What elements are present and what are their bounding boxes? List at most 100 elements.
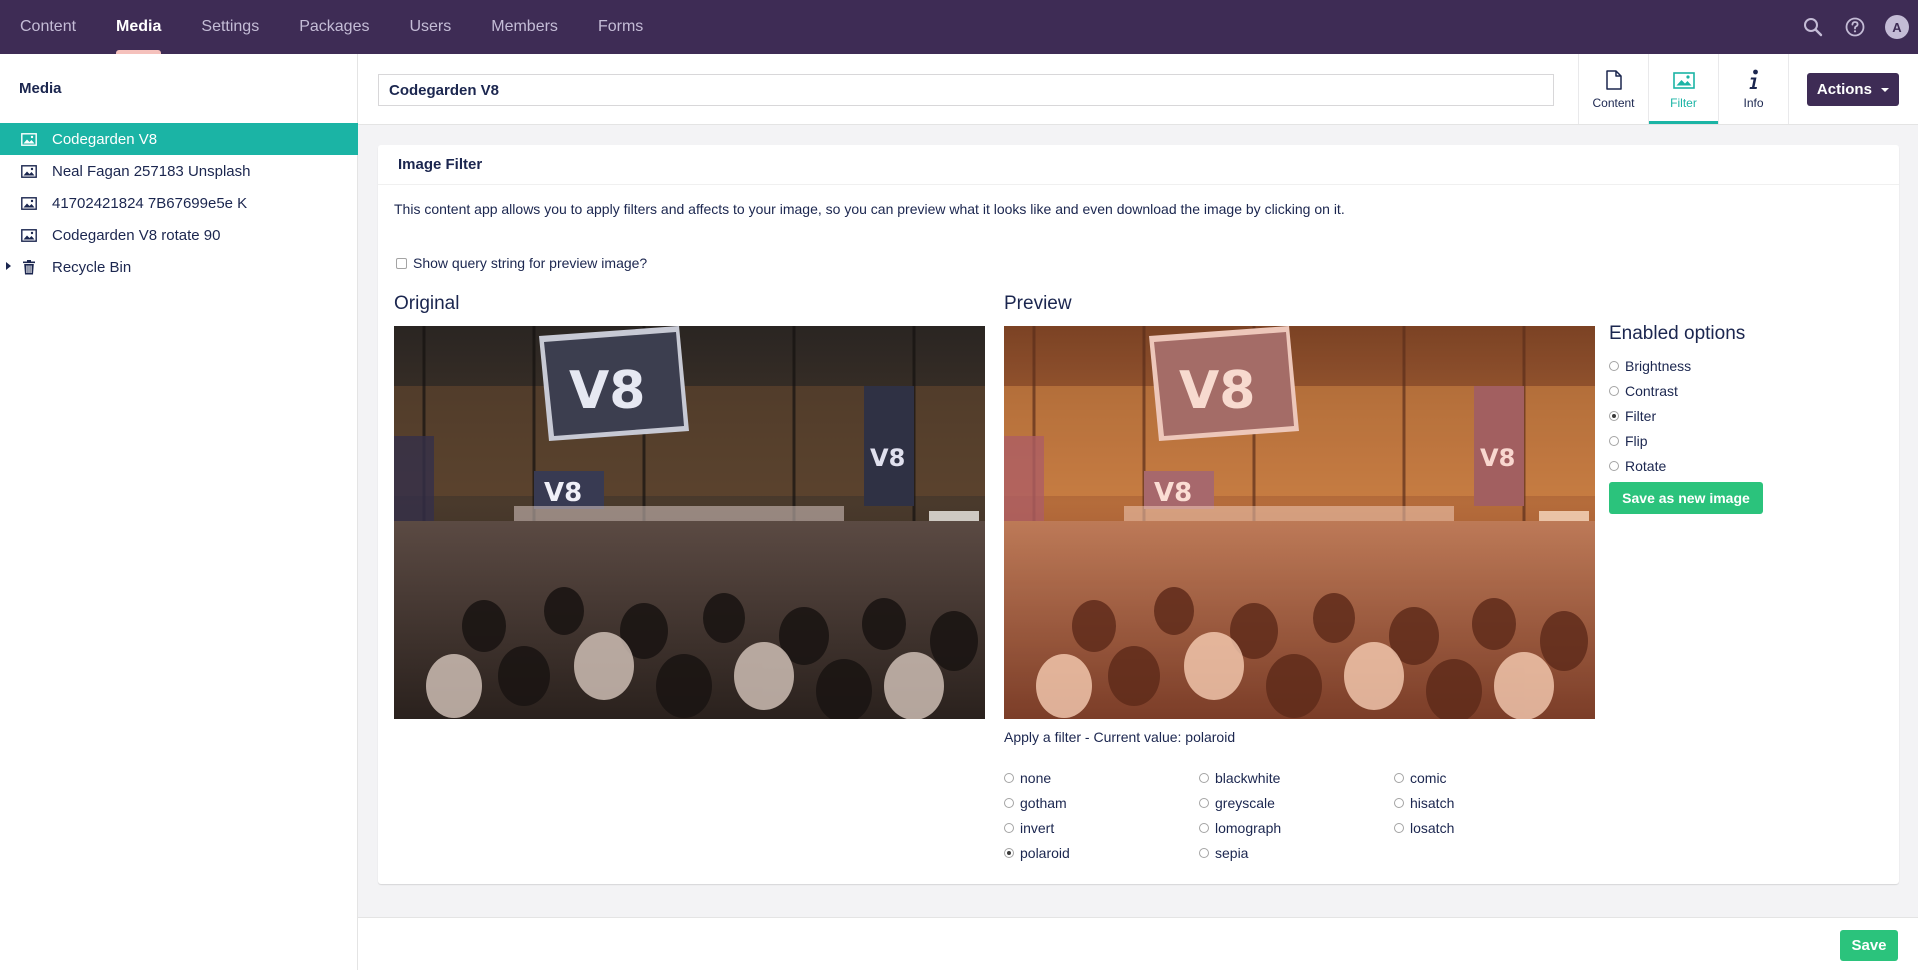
querystring-checkbox-row[interactable]: Show query string for preview image? [396, 255, 647, 271]
filter-option-label: none [1020, 769, 1052, 786]
editor-footer: Save [358, 917, 1918, 970]
help-icon[interactable] [1834, 0, 1876, 54]
panel-title: Image Filter [378, 145, 1899, 185]
filter-option-hisatch[interactable]: hisatch [1394, 793, 1484, 812]
tree-title[interactable]: Media [19, 80, 62, 97]
picture-icon [1672, 68, 1695, 92]
radio-button[interactable] [1609, 410, 1619, 421]
filter-option-label: polaroid [1020, 844, 1070, 861]
filter-option-greyscale[interactable]: greyscale [1199, 793, 1394, 812]
actions-label: Actions [1816, 81, 1872, 98]
tree-item-codegarden-v8[interactable]: Codegarden V8 [0, 123, 358, 155]
option-label: Flip [1625, 432, 1648, 449]
option-label: Filter [1625, 407, 1657, 424]
svg-text:V8: V8 [870, 444, 905, 472]
querystring-checkbox[interactable] [396, 257, 407, 269]
preview-image[interactable]: V8 V8 V8 [1004, 326, 1595, 719]
option-contrast[interactable]: Contrast [1609, 378, 1763, 403]
actions-dropdown-button[interactable]: Actions [1807, 73, 1899, 106]
radio-button[interactable] [1394, 772, 1404, 783]
filter-radio-group: none blackwhite comic gotham greyscale h… [1004, 768, 1484, 862]
radio-button[interactable] [1199, 772, 1209, 783]
tree-item-label: Codegarden V8 [52, 130, 158, 148]
preview-title: Preview [1004, 293, 1072, 314]
filter-option-label: hisatch [1410, 794, 1455, 811]
enabled-options-title: Enabled options [1609, 323, 1746, 344]
app-tab-filter[interactable]: Filter [1649, 54, 1719, 124]
radio-button[interactable] [1609, 360, 1619, 371]
radio-button[interactable] [1199, 847, 1209, 858]
filter-option-label: gotham [1020, 794, 1067, 811]
image-filter-panel: Image Filter This content app allows you… [378, 145, 1899, 884]
panel-description: This content app allows you to apply fil… [394, 201, 1345, 217]
apply-filter-label: Apply a filter - Current value: polaroid [1004, 729, 1236, 745]
app-tab-content[interactable]: Content [1579, 54, 1649, 124]
app-tab-label: Filter [1670, 96, 1697, 110]
radio-button[interactable] [1004, 797, 1014, 808]
top-navigation-bar: Content Media Settings Packages Users Me… [0, 0, 1918, 54]
nav-item-packages[interactable]: Packages [279, 0, 389, 54]
tree-item-neal-fagan[interactable]: Neal Fagan 257183 Unsplash [0, 155, 358, 187]
filter-option-label: comic [1410, 769, 1447, 786]
nav-item-members[interactable]: Members [471, 0, 578, 54]
option-filter[interactable]: Filter [1609, 403, 1763, 428]
app-tab-label: Content [1592, 96, 1635, 110]
media-name-input[interactable] [378, 74, 1554, 106]
search-icon[interactable] [1792, 0, 1834, 54]
querystring-label: Show query string for preview image? [413, 255, 648, 271]
section-nav: Content Media Settings Packages Users Me… [0, 0, 663, 54]
nav-item-forms[interactable]: Forms [578, 0, 663, 54]
filter-option-lomograph[interactable]: lomograph [1199, 818, 1394, 837]
save-button[interactable]: Save [1840, 930, 1898, 961]
radio-button[interactable] [1004, 847, 1014, 858]
option-rotate[interactable]: Rotate [1609, 453, 1763, 478]
radio-button[interactable] [1199, 797, 1209, 808]
info-icon [1748, 68, 1760, 92]
radio-button[interactable] [1609, 385, 1619, 396]
filter-option-polaroid[interactable]: polaroid [1004, 843, 1199, 862]
original-title: Original [394, 293, 460, 314]
option-label: Rotate [1625, 457, 1667, 474]
option-label: Brightness [1625, 357, 1692, 374]
radio-button[interactable] [1609, 460, 1619, 471]
tree-item-label: Recycle Bin [52, 258, 132, 276]
radio-button[interactable] [1004, 772, 1014, 783]
filter-option-label: sepia [1215, 844, 1249, 861]
filter-option-sepia[interactable]: sepia [1199, 843, 1394, 862]
filter-option-none[interactable]: none [1004, 768, 1199, 787]
nav-item-settings[interactable]: Settings [181, 0, 279, 54]
radio-button[interactable] [1394, 797, 1404, 808]
nav-item-users[interactable]: Users [389, 0, 471, 54]
trash-icon [20, 259, 38, 274]
tree-item-recycle-bin[interactable]: Recycle Bin [0, 251, 358, 283]
editor-header: Content Filter Info Actions [358, 54, 1918, 125]
save-as-new-image-button[interactable]: Save as new image [1609, 482, 1763, 514]
radio-button[interactable] [1394, 822, 1404, 833]
top-right-tools: A [1792, 0, 1918, 54]
option-flip[interactable]: Flip [1609, 428, 1763, 453]
nav-item-content[interactable]: Content [0, 0, 96, 54]
tree-item-codegarden-v8-rotate-90[interactable]: Codegarden V8 rotate 90 [0, 219, 358, 251]
image-icon [20, 132, 38, 146]
nav-item-media[interactable]: Media [96, 0, 181, 54]
content-app-tabs: Content Filter Info [1578, 54, 1789, 124]
filter-option-losatch[interactable]: losatch [1394, 818, 1484, 837]
filter-option-label: invert [1020, 819, 1055, 836]
app-tab-info[interactable]: Info [1719, 54, 1789, 124]
filter-option-comic[interactable]: comic [1394, 768, 1484, 787]
option-brightness[interactable]: Brightness [1609, 353, 1763, 378]
filter-option-label: blackwhite [1215, 769, 1281, 786]
filter-option-blackwhite[interactable]: blackwhite [1199, 768, 1394, 787]
tree-item-41702421824[interactable]: 41702421824 7B67699e5e K [0, 187, 358, 219]
filter-option-gotham[interactable]: gotham [1004, 793, 1199, 812]
radio-button[interactable] [1199, 822, 1209, 833]
tree-item-label: 41702421824 7B67699e5e K [52, 194, 248, 212]
expand-caret-icon[interactable] [6, 262, 11, 270]
filter-option-invert[interactable]: invert [1004, 818, 1199, 837]
avatar: A [1885, 15, 1909, 39]
original-image: V8 V8 V8 [394, 326, 985, 719]
radio-button[interactable] [1609, 435, 1619, 446]
radio-button[interactable] [1004, 822, 1014, 833]
option-label: Contrast [1625, 382, 1678, 399]
user-avatar-button[interactable]: A [1876, 0, 1918, 54]
